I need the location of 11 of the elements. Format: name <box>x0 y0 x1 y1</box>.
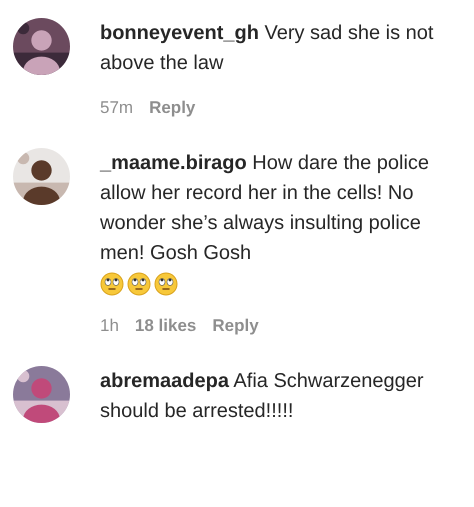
like-count[interactable]: 18 likes <box>134 316 196 336</box>
comment-text: bonneyevent_gh Very sad she is not above the law <box>100 21 434 76</box>
comment-text: abremaadepa Afia Schwarzenegger should be arrested!!!!! <box>100 369 425 424</box>
comment-time: 57m <box>100 98 134 118</box>
eye-roll-emoji-icon <box>127 272 151 296</box>
eye-roll-emoji-icon <box>154 272 178 296</box>
reply-link[interactable]: Reply <box>149 98 196 118</box>
comment-text: _maame.birago How dare the police allow her record her in the cells! No wonder she’s always insulting police men! Gosh Gosh <box>100 151 430 266</box>
eye-roll-emoji-icon <box>100 272 124 296</box>
reply-link[interactable]: Reply <box>212 316 259 336</box>
comment-time: 1h <box>100 316 119 336</box>
